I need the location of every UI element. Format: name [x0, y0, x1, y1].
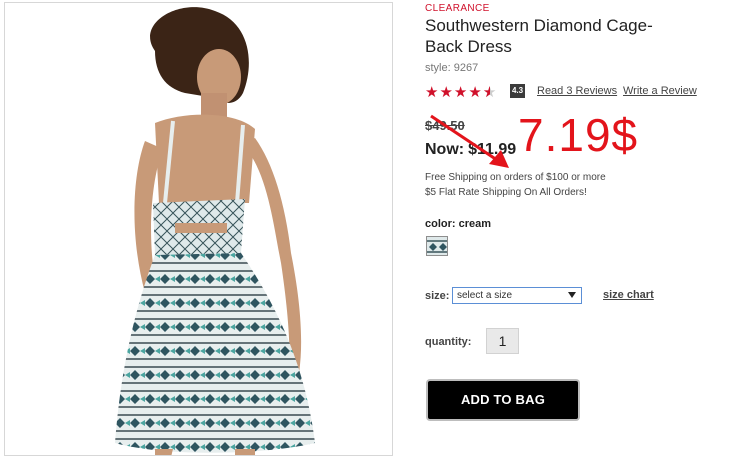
quantity-input[interactable]: 1	[486, 328, 519, 354]
product-details: CLEARANCE Southwestern Diamond Cage-Back…	[425, 0, 754, 458]
color-swatch-cream[interactable]	[426, 236, 448, 256]
free-shipping-note: Free Shipping on orders of $100 or more	[425, 172, 606, 183]
quantity-label: quantity:	[425, 336, 472, 348]
add-to-bag-button[interactable]: ADD TO BAG	[426, 379, 580, 421]
star-icon: ★	[439, 84, 454, 101]
flat-rate-shipping-note: $5 Flat Rate Shipping On All Orders!	[425, 187, 587, 198]
style-label: style:	[425, 62, 451, 74]
product-image[interactable]	[4, 2, 393, 456]
style-number: style: 9267	[425, 62, 478, 74]
size-dropdown-value: select a size	[457, 290, 513, 301]
chevron-down-icon	[568, 292, 576, 298]
style-value: 9267	[453, 62, 479, 74]
color-label-text: color:	[425, 218, 456, 230]
half-star-icon: ★	[483, 83, 497, 101]
write-review-link[interactable]: Write a Review	[623, 85, 697, 97]
star-icon: ★	[425, 84, 440, 101]
star-icon: ★	[453, 84, 469, 101]
swatch-pattern-icon	[427, 237, 447, 255]
size-dropdown[interactable]: select a size	[452, 287, 582, 304]
read-reviews-link[interactable]: Read 3 Reviews	[537, 85, 617, 97]
size-chart-link[interactable]: size chart	[603, 289, 654, 301]
rating-value-badge: 4.3	[510, 84, 525, 98]
rating-row: ★★★★★ 4.3 Read 3 Reviews Write a Review	[425, 83, 725, 101]
rating-stars: ★★★★★	[425, 83, 497, 101]
size-label: size:	[425, 290, 450, 302]
color-value: cream	[458, 218, 492, 230]
price-annotation: 7.19$	[518, 109, 639, 161]
clearance-badge: CLEARANCE	[425, 3, 490, 14]
color-label: color: cream	[425, 218, 491, 230]
product-title: Southwestern Diamond Cage-Back Dress	[425, 16, 653, 56]
star-icon: ★	[468, 84, 483, 101]
dress-photo	[5, 3, 392, 455]
